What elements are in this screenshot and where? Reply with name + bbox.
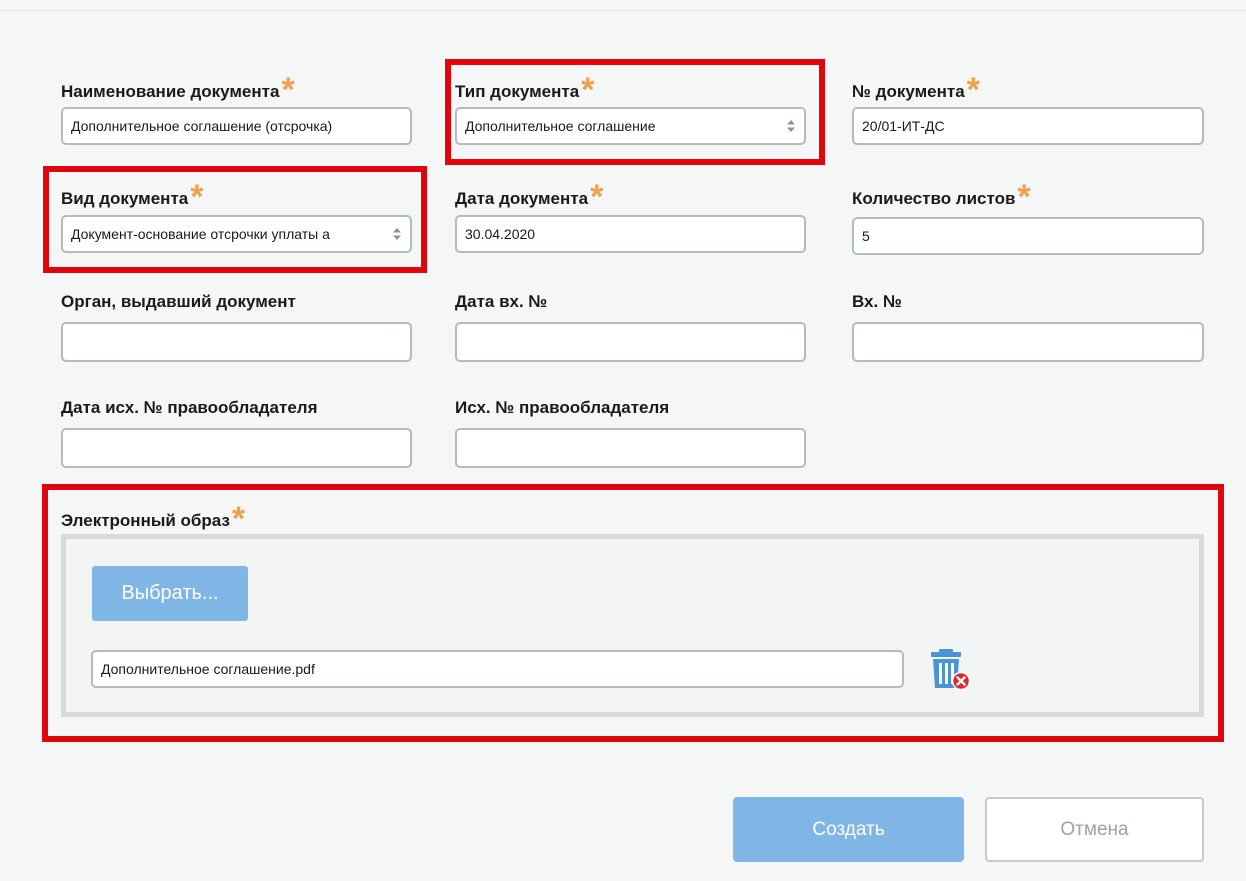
outgoing-date-field[interactable] <box>61 428 412 468</box>
sheet-count-field[interactable]: 5 <box>852 217 1204 255</box>
sheet-count-label: Количество листов* <box>852 178 1031 216</box>
doc-date-value: 30.04.2020 <box>465 226 536 242</box>
incoming-number-field[interactable] <box>852 322 1204 362</box>
required-star: * <box>590 178 604 216</box>
incoming-date-label: Дата вх. № <box>455 292 548 311</box>
doc-date-field[interactable]: 30.04.2020 <box>455 215 806 253</box>
incoming-date-field[interactable] <box>455 322 806 362</box>
highlight-upload <box>42 484 1224 742</box>
create-button[interactable]: Создать <box>733 797 964 862</box>
required-star: * <box>1017 178 1031 216</box>
outgoing-number-field[interactable] <box>455 428 806 468</box>
highlight-doc-kind <box>43 166 427 273</box>
incoming-number-label: Вх. № <box>852 292 902 311</box>
required-star: * <box>281 71 295 109</box>
required-star: * <box>966 71 980 109</box>
outgoing-number-label: Исх. № правообладателя <box>455 398 670 417</box>
doc-name-field[interactable]: Дополнительное соглашение (отсрочка) <box>61 107 412 145</box>
highlight-doc-type <box>445 59 825 165</box>
doc-name-label: Наименование документа* <box>61 71 295 109</box>
issuing-authority-field[interactable] <box>61 322 412 362</box>
doc-date-label: Дата документа* <box>455 178 604 216</box>
doc-number-field[interactable]: 20/01-ИТ-ДС <box>852 107 1204 145</box>
doc-number-label: № документа* <box>852 71 980 109</box>
sheet-count-value: 5 <box>862 228 870 244</box>
cancel-button-label: Отмена <box>1060 818 1129 840</box>
cancel-button[interactable]: Отмена <box>985 797 1204 862</box>
doc-number-value: 20/01-ИТ-ДС <box>862 118 945 134</box>
doc-name-value: Дополнительное соглашение (отсрочка) <box>71 118 333 134</box>
top-divider <box>0 10 1246 11</box>
create-button-label: Создать <box>812 818 885 840</box>
outgoing-date-label: Дата исх. № правообладателя <box>61 398 318 417</box>
issuing-authority-label: Орган, выдавший документ <box>61 292 296 311</box>
